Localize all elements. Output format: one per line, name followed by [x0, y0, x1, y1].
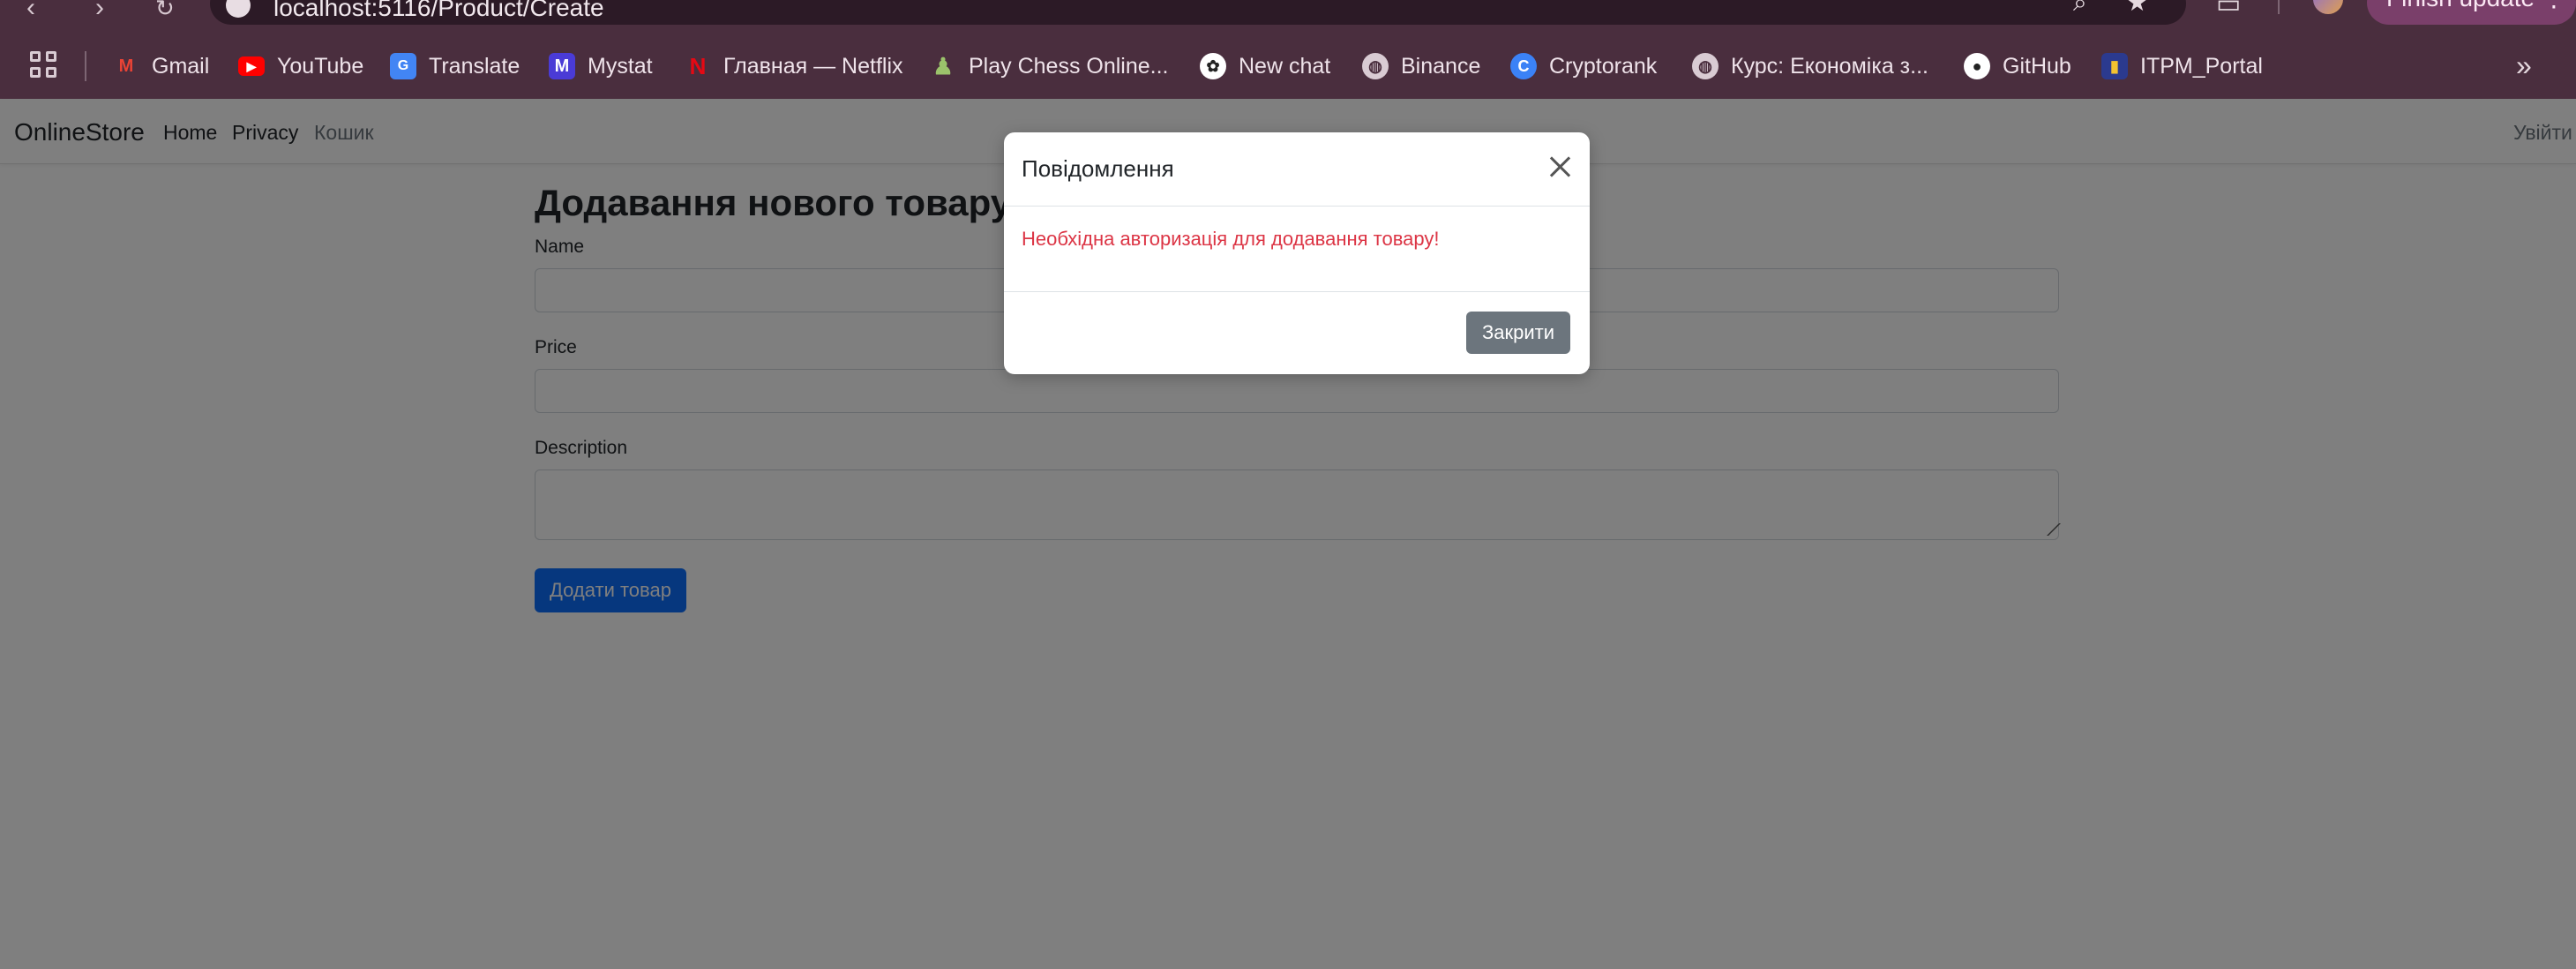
bookmark-label: GitHub: [2003, 53, 2071, 79]
modal-message: Необхідна авторизація для додавання това…: [1022, 228, 1440, 250]
bookmark-gmail[interactable]: M Gmail: [113, 49, 210, 83]
browser-chrome: ‹ › ↻ localhost:5116/Product/Create ⌕ ★ …: [0, 0, 2576, 99]
bookmark-course[interactable]: ◍ Курс: Економіка з...: [1692, 49, 1928, 83]
cryptorank-icon: C: [1510, 53, 1537, 79]
itpm-icon: ▮: [2101, 53, 2128, 79]
globe-icon: ◍: [1692, 53, 1719, 79]
bookmarks-bar: M Gmail ▶ YouTube G Translate M Mystat N…: [0, 44, 2576, 90]
finish-update-label: Finish update: [2386, 0, 2535, 11]
globe-icon: ◍: [1362, 53, 1389, 79]
site-info-icon[interactable]: [226, 0, 251, 18]
apps-grid-icon[interactable]: [30, 51, 56, 78]
finish-update-button[interactable]: Finish update ⋮: [2367, 0, 2576, 25]
modal-title: Повідомлення: [1022, 155, 1174, 182]
forward-icon[interactable]: ›: [95, 0, 104, 21]
close-icon[interactable]: [1546, 152, 1576, 182]
bookmark-label: Mystat: [588, 53, 653, 79]
bookmark-label: Gmail: [152, 53, 210, 79]
bookmark-label: Binance: [1401, 53, 1481, 79]
bookmark-binance[interactable]: ◍ Binance: [1362, 49, 1480, 83]
gmail-icon: M: [118, 56, 134, 76]
message-modal: Повідомлення Необхідна авторизація для д…: [1004, 132, 1590, 374]
address-url[interactable]: localhost:5116/Product/Create: [273, 0, 604, 21]
bookmark-itpm[interactable]: ▮ ITPM_Portal: [2101, 49, 2263, 83]
search-icon[interactable]: ⌕: [2073, 0, 2087, 16]
extensions-icon[interactable]: ▭: [2216, 0, 2241, 18]
bookmark-new-chat[interactable]: ✿ New chat: [1200, 49, 1330, 83]
mystat-icon: M: [549, 53, 575, 79]
bookmark-netflix[interactable]: N Главная — Netflix: [685, 49, 903, 83]
bookmark-label: ITPM_Portal: [2140, 53, 2263, 79]
back-icon[interactable]: ‹: [26, 0, 35, 21]
toolbar-divider: [2278, 0, 2280, 14]
bookmark-github[interactable]: ● GitHub: [1964, 49, 2071, 83]
bookmark-mystat[interactable]: M Mystat: [549, 49, 653, 83]
bookmark-label: YouTube: [277, 53, 364, 79]
bookmark-star-icon[interactable]: ★: [2126, 0, 2148, 16]
chess-pawn-icon: ♟: [932, 52, 954, 79]
bookmark-label: New chat: [1239, 53, 1331, 79]
bookmark-label: Translate: [429, 53, 520, 79]
modal-footer: Закрити: [1004, 291, 1590, 374]
bookmark-label: Курс: Економіка з...: [1731, 53, 1928, 79]
browser-toolbar: ‹ › ↻ localhost:5116/Product/Create ⌕ ★ …: [0, 0, 2576, 26]
bookmark-label: Play Chess Online...: [969, 53, 1169, 79]
bookmark-chess[interactable]: ♟ Play Chess Online...: [930, 49, 1169, 83]
bookmark-youtube[interactable]: ▶ YouTube: [238, 49, 363, 83]
profile-avatar[interactable]: [2313, 0, 2343, 14]
github-icon: ●: [1964, 53, 1990, 79]
translate-icon: G: [390, 53, 416, 79]
modal-header: Повідомлення: [1004, 132, 1590, 207]
address-bar[interactable]: localhost:5116/Product/Create ⌕ ★: [210, 0, 2186, 25]
bookmark-label: Cryptorank: [1549, 53, 1658, 79]
openai-icon: ✿: [1200, 53, 1226, 79]
more-bookmarks-icon[interactable]: »: [2516, 51, 2532, 79]
youtube-icon: ▶: [238, 56, 265, 76]
bookmarks-divider: [85, 51, 86, 81]
bookmark-label: Главная — Netflix: [723, 53, 903, 79]
close-button[interactable]: Закрити: [1466, 312, 1570, 354]
bookmark-cryptorank[interactable]: C Cryptorank: [1510, 49, 1657, 83]
reload-icon[interactable]: ↻: [155, 0, 175, 21]
bookmark-translate[interactable]: G Translate: [390, 49, 520, 83]
netflix-icon: N: [689, 52, 707, 79]
